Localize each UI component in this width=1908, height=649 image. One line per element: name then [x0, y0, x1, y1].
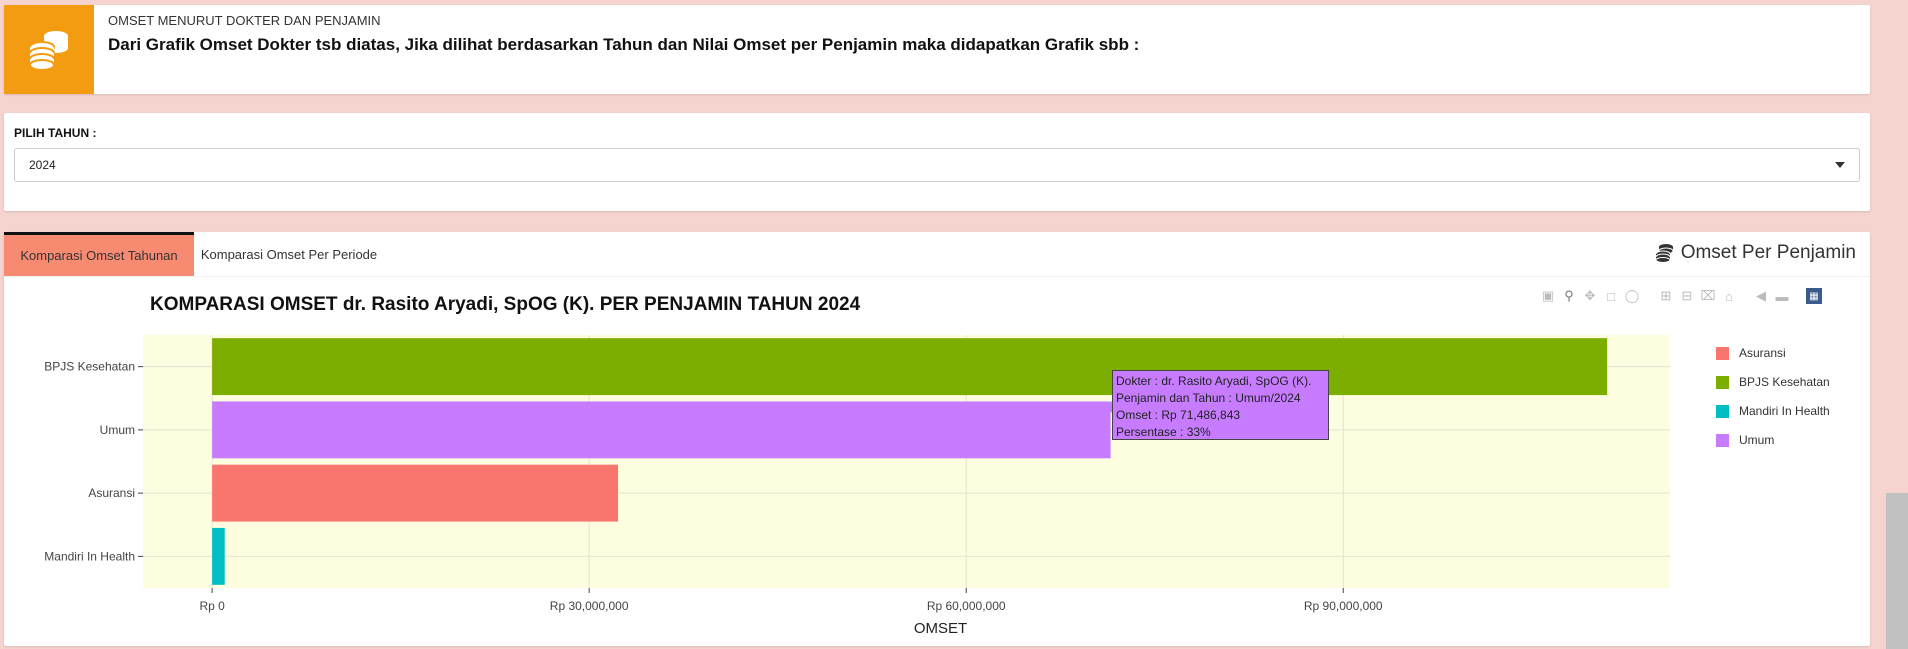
lasso-select-icon[interactable]: ◯ — [1624, 288, 1640, 304]
y-tick-label: Umum — [100, 423, 135, 437]
chart-tooltip: Dokter : dr. Rasito Aryadi, SpOG (K). Pe… — [1112, 370, 1329, 440]
chart-modebar: ▣ ⚲ ✥ □ ◯ ⊞ ⊟ ⌧ ⌂ ◀ ▬ ▦ — [1540, 288, 1822, 304]
legend-item[interactable]: Asuransi — [1716, 346, 1786, 360]
x-tick-label: Rp 90,000,000 — [1304, 599, 1383, 613]
autoscale-icon[interactable]: ⌧ — [1700, 288, 1716, 304]
bar-asuransi[interactable] — [212, 464, 619, 522]
camera-icon[interactable]: ▣ — [1540, 288, 1556, 304]
bar-bpjs-kesehatan[interactable] — [212, 338, 1608, 396]
spike-lines-icon[interactable]: ◀ — [1753, 288, 1769, 304]
tooltip-line: Omset : Rp 71,486,843 — [1116, 408, 1241, 422]
plotly-logo-icon[interactable]: ▦ — [1806, 288, 1822, 304]
zoom-icon[interactable]: ⚲ — [1561, 288, 1577, 304]
tooltip-line: Persentase : 33% — [1116, 425, 1211, 439]
tooltip-line: Penjamin dan Tahun : Umum/2024 — [1116, 391, 1301, 405]
tooltip-line: Dokter : dr. Rasito Aryadi, SpOG (K). — [1116, 374, 1312, 388]
legend-item[interactable]: Mandiri In Health — [1716, 404, 1830, 418]
legend-swatch — [1716, 375, 1729, 389]
legend-swatch — [1716, 433, 1729, 447]
bar-mandiri-in-health[interactable] — [212, 527, 225, 585]
legend-swatch — [1716, 404, 1729, 418]
chart-title: KOMPARASI OMSET dr. Rasito Aryadi, SpOG … — [150, 294, 861, 315]
box-select-icon[interactable]: □ — [1603, 288, 1619, 304]
legend-label: BPJS Kesehatan — [1739, 375, 1830, 389]
compare-hover-icon[interactable]: ▬ — [1774, 288, 1790, 304]
legend-label: Umum — [1739, 433, 1775, 447]
home-icon[interactable]: ⌂ — [1721, 288, 1737, 304]
x-tick-label: Rp 0 — [199, 599, 225, 613]
y-tick-label: BPJS Kesehatan — [44, 360, 135, 374]
x-tick-label: Rp 60,000,000 — [927, 599, 1006, 613]
page-scrollbar[interactable] — [1886, 493, 1908, 649]
x-axis-label: OMSET — [914, 620, 967, 637]
y-tick-label: Asuransi — [88, 486, 135, 500]
zoom-out-icon[interactable]: ⊟ — [1679, 288, 1695, 304]
legend-label: Mandiri In Health — [1739, 404, 1830, 418]
bar-umum[interactable] — [212, 401, 1111, 459]
legend-label: Asuransi — [1739, 346, 1786, 360]
x-tick-label: Rp 30,000,000 — [550, 599, 629, 613]
legend-item[interactable]: Umum — [1716, 433, 1774, 447]
legend-item[interactable]: BPJS Kesehatan — [1716, 375, 1830, 389]
y-tick-label: Mandiri In Health — [44, 549, 135, 563]
pan-icon[interactable]: ✥ — [1582, 288, 1598, 304]
zoom-in-icon[interactable]: ⊞ — [1658, 288, 1674, 304]
legend-swatch — [1716, 346, 1729, 360]
chart-plot: Rp 0 Rp 30,000,000 Rp 60,000,000 Rp 90,000,… — [44, 335, 1670, 637]
